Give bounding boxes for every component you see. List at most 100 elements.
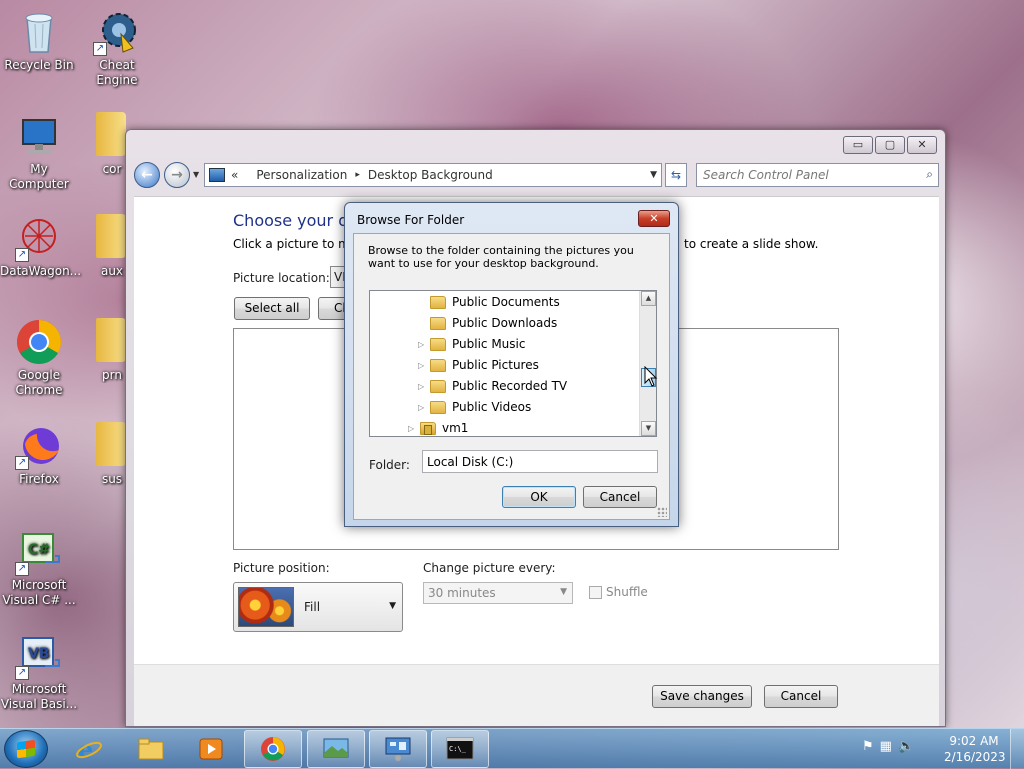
expand-arrow-icon[interactable]: ▷ — [408, 424, 418, 433]
search-icon[interactable]: ⌕ — [926, 167, 933, 182]
clock[interactable]: 9:02 AM 2/16/2023 — [944, 733, 1006, 765]
taskbar-file-explorer[interactable] — [122, 730, 180, 768]
desktop-icon-label: DataWagon... — [0, 264, 82, 278]
visual-basic-icon: VB ↗ — [15, 632, 63, 680]
desktop-icon-label: Recycle Bin — [4, 58, 74, 72]
picture-position-select[interactable]: Fill ▼ — [233, 582, 403, 632]
maximize-button[interactable]: ▢ — [875, 136, 905, 154]
folder-field[interactable] — [422, 450, 658, 473]
tree-item-public-recorded-tv[interactable]: ▷ Public Recorded TV — [418, 376, 567, 396]
expand-arrow-icon[interactable]: ▷ — [418, 382, 428, 391]
taskbar-personalization[interactable] — [307, 730, 365, 768]
expand-arrow-icon[interactable]: ▷ — [418, 340, 428, 349]
tree-item-public-documents[interactable]: Public Documents — [418, 292, 560, 312]
breadcrumb-overflow[interactable]: « — [231, 168, 238, 182]
svg-text:C#: C# — [28, 542, 50, 558]
svg-text:C:\_: C:\_ — [449, 745, 467, 753]
tree-item-vm1[interactable]: ▷ vm1 — [408, 418, 469, 436]
desktop-icon-firefox[interactable]: ↗ Firefox — [0, 422, 78, 487]
recycle-bin-icon — [15, 8, 63, 56]
shortcut-arrow-icon: ↗ — [15, 562, 29, 576]
taskbar-google-chrome[interactable] — [244, 730, 302, 768]
tree-item-label: Public Music — [452, 337, 526, 351]
desktop-icon-cheat-engine[interactable]: ↗ Cheat Engine — [78, 8, 156, 88]
window-footer: Save changes Cancel — [134, 664, 939, 726]
chrome-icon — [261, 737, 285, 761]
address-dropdown-icon[interactable]: ▼ — [650, 170, 657, 180]
folder-icon — [430, 295, 446, 309]
desktop-icon-datawagon[interactable]: ↗ DataWagon... — [0, 214, 82, 279]
chrome-icon — [15, 318, 63, 366]
minimize-button[interactable]: ▭ — [843, 136, 873, 154]
clock-time: 9:02 AM — [949, 734, 999, 748]
shortcut-arrow-icon: ↗ — [15, 456, 29, 470]
change-picture-select: 30 minutes ▼ — [423, 582, 573, 604]
internet-explorer-icon: e — [76, 736, 102, 762]
tree-item-label: Public Recorded TV — [452, 379, 568, 393]
search-input[interactable]: Search Control Panel ⌕ — [696, 163, 939, 187]
tree-item-public-pictures[interactable]: ▷ Public Pictures — [418, 355, 539, 375]
dialog-cancel-button[interactable]: Cancel — [583, 486, 657, 508]
taskbar-command-prompt[interactable]: C:\_ — [431, 730, 489, 768]
forward-button[interactable]: → — [164, 162, 190, 188]
desktop-icon-visual-csharp[interactable]: C# ↗ Microsoft Visual C# ... — [0, 528, 78, 608]
save-changes-button[interactable]: Save changes — [652, 685, 752, 708]
desktop-icon-recycle-bin[interactable]: Recycle Bin — [0, 8, 78, 73]
expand-arrow-icon[interactable]: ▷ — [418, 361, 428, 370]
folder-icon — [430, 379, 446, 393]
folder-icon — [138, 738, 164, 760]
dialog-close-button[interactable]: ✕ — [638, 210, 670, 227]
breadcrumb-desktop-background[interactable]: Desktop Background — [368, 168, 493, 182]
recent-pages-dropdown[interactable]: ▼ — [193, 170, 199, 179]
folder-tree[interactable]: Public Documents Public Downloads ▷ Publ… — [369, 290, 657, 437]
scroll-down-button[interactable]: ▼ — [641, 421, 656, 436]
cheat-engine-icon: ↗ — [93, 8, 141, 56]
cancel-button[interactable]: Cancel — [764, 685, 838, 708]
tree-item-public-downloads[interactable]: Public Downloads — [418, 313, 557, 333]
desktop-icon-label: My Computer — [9, 162, 69, 191]
breadcrumb-separator-icon[interactable]: ▸ — [355, 170, 360, 180]
start-button[interactable] — [4, 730, 48, 768]
network-icon[interactable]: ▦ — [880, 739, 892, 754]
desktop-icon-google-chrome[interactable]: Google Chrome — [0, 318, 78, 398]
volume-icon[interactable]: 🔈 — [898, 739, 914, 754]
breadcrumb-personalization[interactable]: Personalization — [256, 168, 347, 182]
folder-icon — [430, 337, 446, 351]
scroll-up-button[interactable]: ▲ — [641, 291, 656, 306]
back-button[interactable]: ← — [134, 162, 160, 188]
chevron-down-icon: ▼ — [560, 587, 567, 597]
desktop-icon-my-computer[interactable]: My Computer — [0, 112, 78, 192]
tree-scrollbar[interactable]: ▲ ▼ — [639, 291, 656, 436]
tree-item-label: vm1 — [442, 421, 469, 435]
taskbar-media-player[interactable] — [182, 730, 240, 768]
taskbar: e C:\_ ⚑ ▦ 🔈 9:02 AM 2/16/2023 — [0, 728, 1024, 769]
address-bar[interactable]: « Personalization ▸ Desktop Background ▼ — [204, 163, 662, 187]
show-desktop-button[interactable] — [1010, 729, 1024, 769]
close-button[interactable]: ✕ — [907, 136, 937, 154]
desktop-icon-label: Google Chrome — [15, 368, 63, 397]
user-folder-icon — [420, 421, 436, 435]
change-picture-value: 30 minutes — [428, 586, 496, 600]
tree-item-label: Public Videos — [452, 400, 532, 414]
position-preview-thumbnail — [238, 587, 294, 627]
refresh-button[interactable]: ⇆ — [665, 163, 687, 187]
visual-csharp-icon: C# ↗ — [15, 528, 63, 576]
page-description-end: to create a slide show. — [684, 237, 819, 251]
picture-position-value: Fill — [304, 600, 321, 614]
clock-date: 2/16/2023 — [944, 750, 1006, 764]
tree-item-label: Public Downloads — [452, 316, 558, 330]
tree-item-public-music[interactable]: ▷ Public Music — [418, 334, 525, 354]
resize-grip-icon[interactable] — [657, 507, 667, 517]
svg-text:VB: VB — [28, 646, 50, 662]
taskbar-control-panel[interactable] — [369, 730, 427, 768]
search-placeholder: Search Control Panel — [703, 168, 829, 182]
taskbar-internet-explorer[interactable]: e — [60, 730, 118, 768]
ok-button[interactable]: OK — [502, 486, 576, 508]
media-player-icon — [199, 738, 223, 760]
desktop-icon-visual-basic[interactable]: VB ↗ Microsoft Visual Basi... — [0, 632, 78, 712]
expand-arrow-icon[interactable]: ▷ — [418, 403, 428, 412]
action-center-flag-icon[interactable]: ⚑ — [862, 739, 874, 754]
tree-item-public-videos[interactable]: ▷ Public Videos — [418, 397, 531, 417]
desktop-icon-label: Firefox — [19, 472, 59, 486]
select-all-button[interactable]: Select all — [234, 297, 310, 320]
